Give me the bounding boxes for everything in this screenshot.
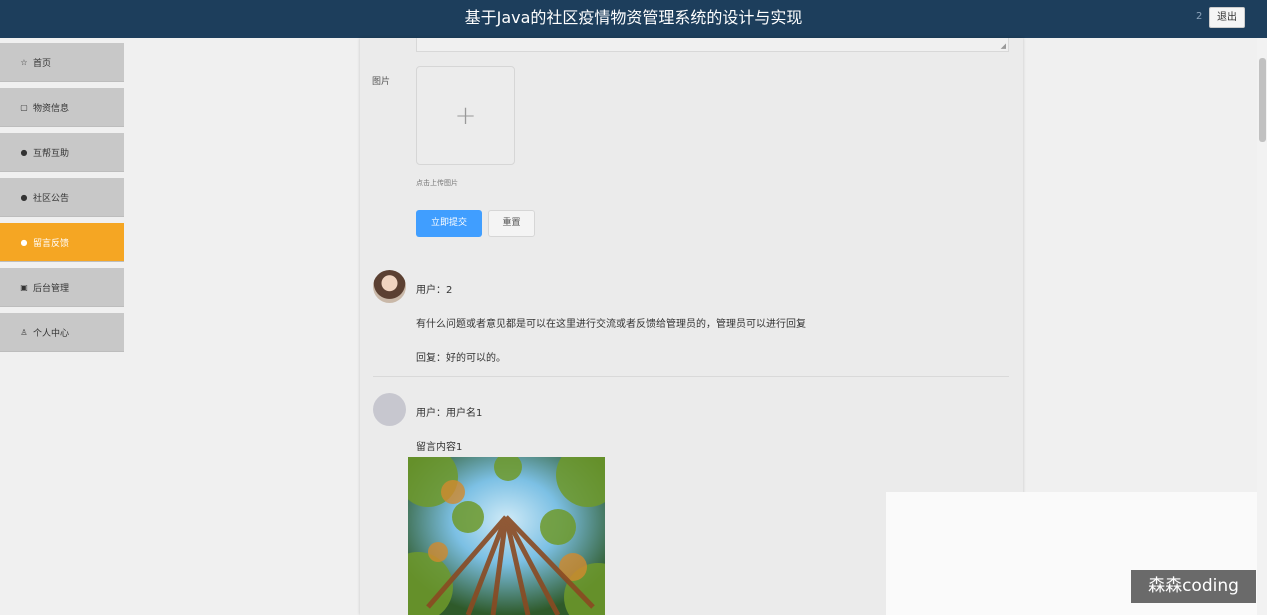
sidebar-item-label: 互帮互助 <box>33 148 70 159</box>
bag-icon: ▢ <box>20 102 28 112</box>
upload-tip: 点击上传图片 <box>416 179 458 187</box>
avatar <box>373 393 406 426</box>
watermark: 森森coding <box>1131 570 1256 603</box>
info-icon: ● <box>20 147 28 157</box>
comment-content: 留言内容1 <box>416 442 463 453</box>
sidebar-item-announcements[interactable]: ● 社区公告 <box>0 178 124 217</box>
user-icon: ♙ <box>20 327 28 337</box>
system-title: 基于Java的社区疫情物资管理系统的设计与实现 <box>464 8 803 27</box>
comment-reply: 回复：好的可以的。 <box>416 353 506 364</box>
image-field-label: 图片 <box>372 77 391 87</box>
sidebar-item-label: 社区公告 <box>33 193 70 204</box>
sidebar-item-profile[interactable]: ♙ 个人中心 <box>0 313 124 352</box>
gift-icon: ▣ <box>20 282 28 292</box>
comment-user: 用户：用户名1 <box>416 408 483 419</box>
comment-user: 用户：2 <box>416 285 453 296</box>
submit-button[interactable]: 立即提交 <box>416 210 482 237</box>
divider <box>373 376 1009 377</box>
star-icon: ☆ <box>20 57 28 67</box>
top-header: 基于Java的社区疫情物资管理系统的设计与实现 2 退出 <box>0 0 1267 38</box>
logout-button[interactable]: 退出 <box>1209 7 1245 28</box>
message-textarea[interactable]: ◢ <box>416 38 1009 52</box>
page-scrollbar[interactable] <box>1257 38 1267 615</box>
sidebar-item-label: 物资信息 <box>33 103 70 114</box>
sidebar-item-label: 后台管理 <box>33 283 70 294</box>
avatar <box>373 270 406 303</box>
resize-grip-icon[interactable]: ◢ <box>1001 42 1006 50</box>
chat-icon: ● <box>20 237 28 247</box>
comment-content: 有什么问题或者意见都是可以在这里进行交流或者反馈给管理员的，管理员可以进行回复 <box>416 319 806 330</box>
sidebar-item-mutual-help[interactable]: ● 互帮互助 <box>0 133 124 172</box>
sidebar-item-label: 个人中心 <box>33 328 70 339</box>
scrollbar-thumb[interactable] <box>1259 58 1266 142</box>
sidebar-item-home[interactable]: ☆ 首页 <box>0 43 124 82</box>
sidebar-item-label: 首页 <box>33 58 52 69</box>
question-icon: ● <box>20 192 28 202</box>
sidebar-item-admin[interactable]: ▣ 后台管理 <box>0 268 124 307</box>
sidebar-nav: ☆ 首页 ▢ 物资信息 ● 互帮互助 ● 社区公告 ● 留言反馈 ▣ 后台管理 … <box>0 38 125 615</box>
reset-button[interactable]: 重置 <box>488 210 535 237</box>
sidebar-item-supplies[interactable]: ▢ 物资信息 <box>0 88 124 127</box>
sidebar-item-label: 留言反馈 <box>33 238 70 249</box>
image-upload-box[interactable]: + <box>416 66 515 165</box>
user-number: 2 <box>1196 11 1203 22</box>
comment-image <box>408 457 605 615</box>
plus-icon: + <box>454 100 477 131</box>
sidebar-item-feedback[interactable]: ● 留言反馈 <box>0 223 124 262</box>
